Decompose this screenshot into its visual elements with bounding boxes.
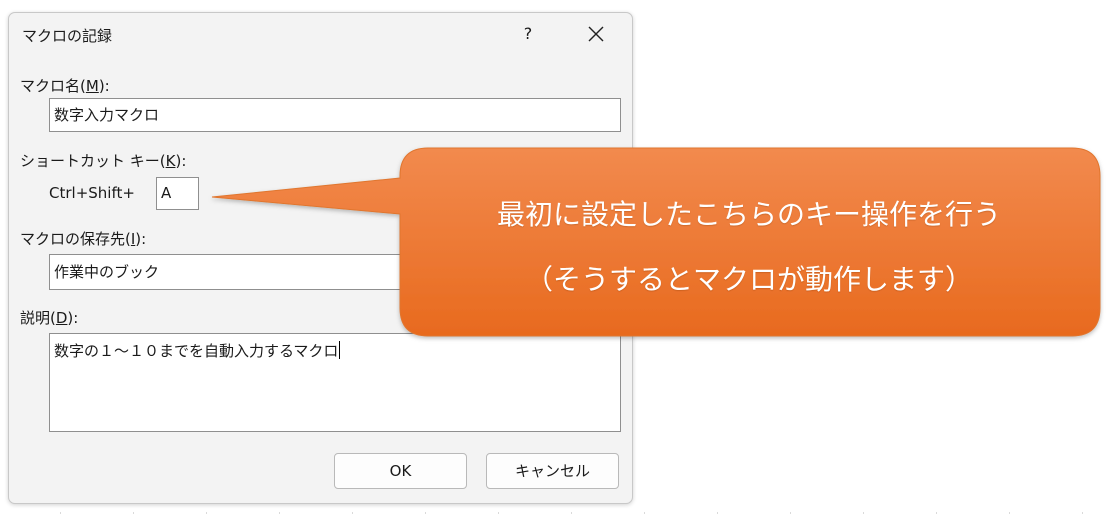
dotted-divider <box>60 512 1114 514</box>
callout-line-1: 最初に設定したこちらのキー操作を行う <box>496 198 1001 231</box>
callout-line-2: （そうするとマクロが動作します） <box>524 263 973 296</box>
